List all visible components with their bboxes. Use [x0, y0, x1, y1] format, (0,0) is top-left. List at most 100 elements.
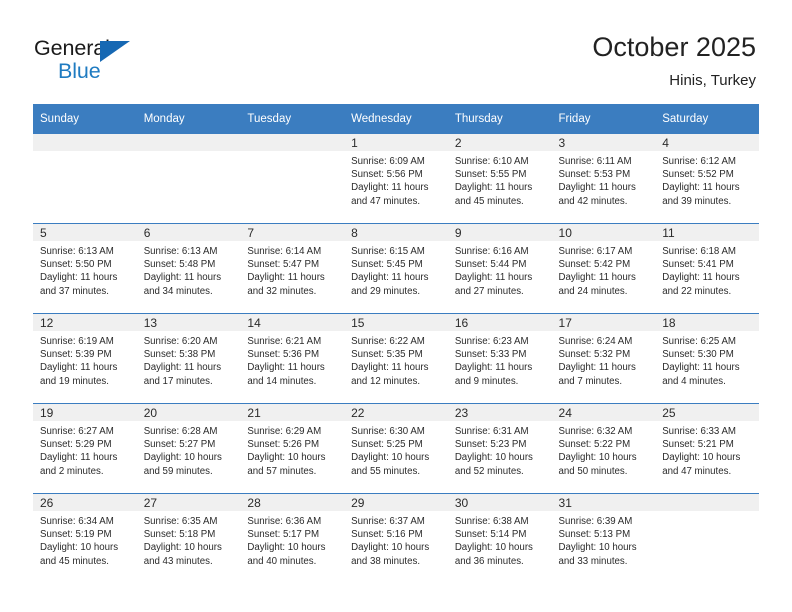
day-details: Sunrise: 6:09 AM Sunset: 5:56 PM Daylight:…	[344, 151, 448, 208]
daylight-text-line2: and 45 minutes.	[40, 555, 109, 567]
day-number: 29	[344, 494, 448, 511]
general-blue-logo[interactable]: General Blue	[34, 36, 164, 88]
calendar-day-cell[interactable]: 10 Sunrise: 6:17 AM Sunset: 5:42 PM Dayligh…	[551, 223, 656, 313]
weekday-header-monday: Monday	[136, 104, 241, 133]
daylight-text-line2: and 14 minutes.	[247, 375, 317, 387]
calendar-day-cell[interactable]: 9 Sunrise: 6:16 AM Sunset: 5:44 PM Daylight…	[447, 223, 552, 313]
sunrise-text: Sunrise: 6:33 AM	[662, 426, 736, 437]
calendar-day-cell[interactable]: 11 Sunrise: 6:18 AM Sunset: 5:41 PM Dayligh…	[655, 223, 759, 313]
sunset-text: Sunset: 5:18 PM	[143, 529, 216, 541]
day-details: Sunrise: 6:11 AM Sunset: 5:53 PM Daylight:…	[552, 151, 656, 208]
daylight-text-line1: Daylight: 10 hours	[454, 542, 533, 554]
sunset-text: Sunset: 5:36 PM	[247, 349, 320, 361]
sunset-text: Sunset: 5:52 PM	[662, 169, 734, 181]
calendar-day-cell[interactable]: 5 Sunrise: 6:13 AM Sunset: 5:50 PM Daylight…	[33, 223, 137, 313]
calendar-day-cell[interactable]: 27 Sunrise: 6:35 AM Sunset: 5:18 PM Dayligh…	[136, 493, 241, 583]
calendar-day-cell[interactable]: 21 Sunrise: 6:29 AM Sunset: 5:26 PM Dayligh…	[240, 403, 345, 493]
day-cell-inner: 16 Sunrise: 6:23 AM Sunset: 5:33 PM Dayligh…	[447, 313, 552, 403]
weekday-header-sunday: Sunday	[33, 104, 137, 133]
page-title: October 2025	[592, 32, 756, 62]
day-details: Sunrise: 6:14 AM Sunset: 5:47 PM Daylight:…	[240, 241, 344, 298]
daylight-text-line2: and 2 minutes.	[40, 465, 104, 477]
daylight-text-line1: Daylight: 11 hours	[143, 362, 222, 374]
calendar-day-cell[interactable]: 25 Sunrise: 6:33 AM Sunset: 5:21 PM Dayligh…	[655, 403, 759, 493]
sunrise-text: Sunrise: 6:12 AM	[662, 156, 736, 167]
calendar-day-cell[interactable]: 23 Sunrise: 6:31 AM Sunset: 5:23 PM Dayligh…	[447, 403, 552, 493]
day-number: 8	[344, 224, 448, 241]
sunrise-text: Sunrise: 6:19 AM	[40, 336, 114, 347]
sunset-text: Sunset: 5:29 PM	[40, 439, 112, 451]
daylight-text-line2: and 27 minutes.	[454, 285, 524, 297]
calendar-day-cell[interactable]: 15 Sunrise: 6:22 AM Sunset: 5:35 PM Dayligh…	[344, 313, 448, 403]
day-number: 30	[447, 494, 552, 511]
calendar-day-cell[interactable]: 16 Sunrise: 6:23 AM Sunset: 5:33 PM Dayligh…	[447, 313, 552, 403]
day-cell-inner	[136, 133, 241, 223]
calendar-day-cell[interactable]	[655, 493, 759, 583]
calendar-day-cell[interactable]: 26 Sunrise: 6:34 AM Sunset: 5:19 PM Dayligh…	[33, 493, 137, 583]
calendar-day-cell[interactable]: 24 Sunrise: 6:32 AM Sunset: 5:22 PM Dayligh…	[551, 403, 656, 493]
daylight-text-line1: Daylight: 10 hours	[247, 542, 326, 554]
daylight-text-line2: and 47 minutes.	[662, 465, 732, 477]
sunset-text: Sunset: 5:39 PM	[40, 349, 112, 361]
sunset-text: Sunset: 5:45 PM	[351, 259, 423, 271]
day-cell-inner: 6 Sunrise: 6:13 AM Sunset: 5:48 PM Daylight…	[136, 223, 241, 313]
daylight-text-line1: Daylight: 11 hours	[40, 362, 118, 374]
calendar-day-cell[interactable]: 4 Sunrise: 6:12 AM Sunset: 5:52 PM Daylight…	[655, 133, 759, 223]
day-details: Sunrise: 6:27 AM Sunset: 5:29 PM Daylight:…	[33, 421, 137, 478]
calendar-day-cell[interactable]: 17 Sunrise: 6:24 AM Sunset: 5:32 PM Dayligh…	[551, 313, 656, 403]
day-cell-inner: 20 Sunrise: 6:28 AM Sunset: 5:27 PM Dayligh…	[136, 403, 241, 493]
day-cell-inner	[33, 133, 137, 223]
calendar-day-cell[interactable]: 2 Sunrise: 6:10 AM Sunset: 5:55 PM Daylight…	[447, 133, 552, 223]
calendar-day-cell[interactable]: 13 Sunrise: 6:20 AM Sunset: 5:38 PM Dayligh…	[136, 313, 241, 403]
daylight-text-line2: and 55 minutes.	[351, 465, 421, 477]
day-cell-inner: 14 Sunrise: 6:21 AM Sunset: 5:36 PM Dayligh…	[240, 313, 345, 403]
day-cell-inner: 1 Sunrise: 6:09 AM Sunset: 5:56 PM Daylight…	[344, 133, 448, 223]
daylight-text-line2: and 7 minutes.	[558, 375, 623, 387]
sunrise-text: Sunrise: 6:34 AM	[40, 516, 114, 527]
sunset-text: Sunset: 5:22 PM	[558, 439, 631, 451]
calendar-day-cell[interactable]: 31 Sunrise: 6:39 AM Sunset: 5:13 PM Dayligh…	[551, 493, 656, 583]
calendar-day-cell[interactable]: 3 Sunrise: 6:11 AM Sunset: 5:53 PM Daylight…	[551, 133, 656, 223]
calendar-day-cell[interactable]	[240, 133, 345, 223]
day-number	[136, 134, 241, 151]
day-cell-inner: 17 Sunrise: 6:24 AM Sunset: 5:32 PM Dayligh…	[551, 313, 656, 403]
calendar-page: General Blue October 2025 Hinis, Turkey …	[0, 0, 792, 612]
calendar-day-cell[interactable]: 19 Sunrise: 6:27 AM Sunset: 5:29 PM Dayligh…	[33, 403, 137, 493]
daylight-text-line2: and 52 minutes.	[454, 465, 524, 477]
day-number: 24	[551, 404, 656, 421]
sunset-text: Sunset: 5:30 PM	[662, 349, 734, 361]
calendar-day-cell[interactable]	[136, 133, 241, 223]
day-number: 1	[344, 134, 448, 151]
day-number: 27	[136, 494, 241, 511]
calendar-day-cell[interactable]: 14 Sunrise: 6:21 AM Sunset: 5:36 PM Dayligh…	[240, 313, 345, 403]
daylight-text-line2: and 32 minutes.	[247, 285, 317, 297]
day-number: 12	[33, 314, 137, 331]
calendar-day-cell[interactable]: 12 Sunrise: 6:19 AM Sunset: 5:39 PM Dayligh…	[33, 313, 137, 403]
sunrise-text: Sunrise: 6:22 AM	[351, 336, 425, 347]
daylight-text-line1: Daylight: 10 hours	[662, 452, 741, 464]
day-number: 23	[447, 404, 552, 421]
sunrise-text: Sunrise: 6:21 AM	[247, 336, 322, 347]
title-block: October 2025 Hinis, Turkey	[592, 30, 756, 92]
sunrise-text: Sunrise: 6:15 AM	[351, 246, 425, 257]
calendar-day-cell[interactable]: 22 Sunrise: 6:30 AM Sunset: 5:25 PM Dayligh…	[344, 403, 448, 493]
calendar-day-cell[interactable]: 29 Sunrise: 6:37 AM Sunset: 5:16 PM Dayligh…	[344, 493, 448, 583]
day-cell-inner: 25 Sunrise: 6:33 AM Sunset: 5:21 PM Dayligh…	[655, 403, 759, 493]
calendar-day-cell[interactable]	[33, 133, 137, 223]
day-cell-inner: 9 Sunrise: 6:16 AM Sunset: 5:44 PM Daylight…	[447, 223, 552, 313]
calendar-day-cell[interactable]: 20 Sunrise: 6:28 AM Sunset: 5:27 PM Dayligh…	[136, 403, 241, 493]
calendar-day-cell[interactable]: 6 Sunrise: 6:13 AM Sunset: 5:48 PM Daylight…	[136, 223, 241, 313]
calendar-day-cell[interactable]: 18 Sunrise: 6:25 AM Sunset: 5:30 PM Dayligh…	[655, 313, 759, 403]
weekday-header-row: Sunday Monday Tuesday Wednesday Thursday…	[33, 104, 759, 133]
calendar-table: Sunday Monday Tuesday Wednesday Thursday…	[33, 104, 759, 583]
calendar-day-cell[interactable]: 28 Sunrise: 6:36 AM Sunset: 5:17 PM Dayligh…	[240, 493, 345, 583]
calendar-day-cell[interactable]: 7 Sunrise: 6:14 AM Sunset: 5:47 PM Daylight…	[240, 223, 345, 313]
day-number: 25	[655, 404, 759, 421]
daylight-text-line2: and 29 minutes.	[351, 285, 421, 297]
calendar-day-cell[interactable]: 1 Sunrise: 6:09 AM Sunset: 5:56 PM Daylight…	[344, 133, 448, 223]
day-number: 16	[447, 314, 552, 331]
daylight-text-line1: Daylight: 11 hours	[40, 452, 118, 464]
calendar-day-cell[interactable]: 8 Sunrise: 6:15 AM Sunset: 5:45 PM Daylight…	[344, 223, 448, 313]
sunrise-text: Sunrise: 6:17 AM	[558, 246, 633, 257]
calendar-day-cell[interactable]: 30 Sunrise: 6:38 AM Sunset: 5:14 PM Dayligh…	[447, 493, 552, 583]
